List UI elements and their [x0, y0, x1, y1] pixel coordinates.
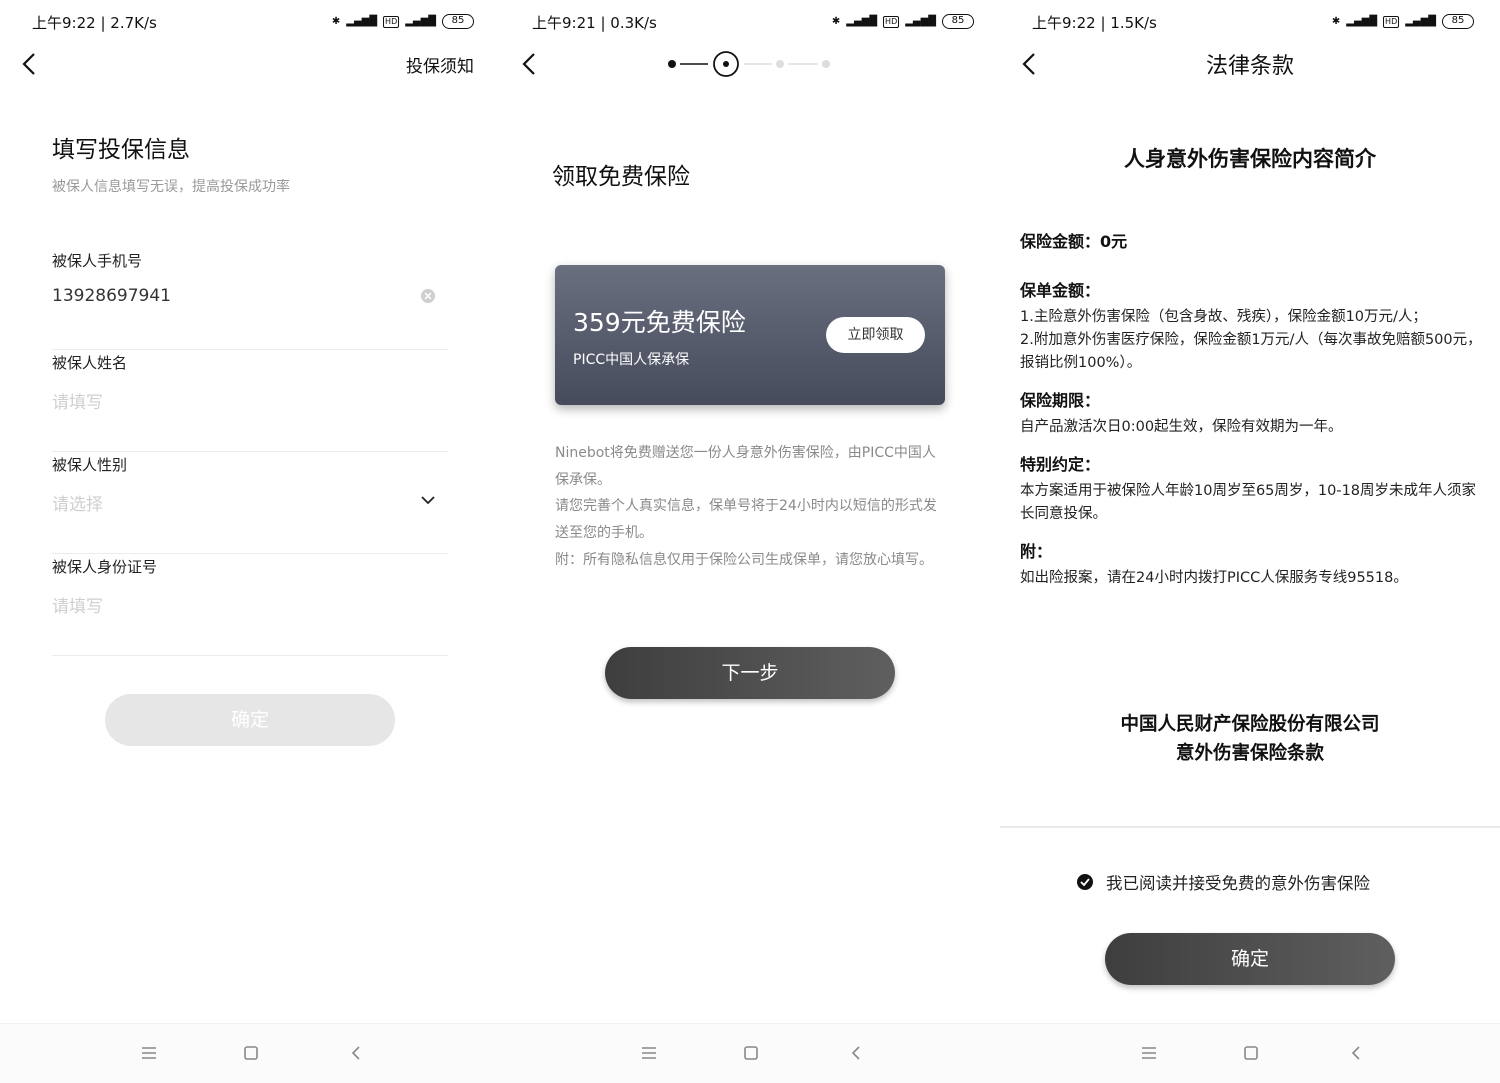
screen-fill-insurance-info: 上午9:22 | 2.7K/s ✱ ▂▄▆█ HD ▂▄▆█ 85 投保须知 填… — [0, 0, 500, 1083]
section-heading: 保单金额： — [1020, 281, 1101, 300]
chevron-down-icon[interactable] — [420, 492, 436, 508]
confirm-button[interactable]: 确定 — [1105, 933, 1395, 985]
section-text: 本方案适用于被保险人年龄10周岁至65周岁，10-18周岁未成年人须家长同意投保… — [1020, 483, 1477, 522]
menu-icon[interactable] — [640, 1044, 658, 1062]
gender-select[interactable]: 请选择 — [52, 490, 103, 515]
section-heading: 特别约定： — [1020, 455, 1101, 474]
agreement-text: 我已阅读并接受免费的意外伤害保险 — [1106, 874, 1370, 893]
section-text: 2.附加意外伤害医疗保险，保险金额1万元/人（每次事故免赔额500元，报销比例1… — [1020, 332, 1482, 371]
divider — [1000, 826, 1500, 828]
menu-icon[interactable] — [1140, 1044, 1158, 1062]
back-icon[interactable] — [1347, 1044, 1365, 1062]
hd-icon: HD — [883, 15, 900, 28]
battery-icon: 85 — [1442, 14, 1474, 29]
card-title: 359元免费保险 — [573, 308, 746, 337]
status-time: 上午9:22 | 2.7K/s — [32, 14, 157, 32]
company-block: 中国人民财产保险股份有限公司 意外伤害保险条款 — [1000, 710, 1500, 768]
hd-icon: HD — [1383, 15, 1400, 28]
id-number-field: 被保人身份证号 请填写 — [52, 556, 448, 656]
screen-legal-terms: 上午9:22 | 1.5K/s ✱ ▂▄▆█ HD ▂▄▆█ 85 法律条款 人… — [1000, 0, 1500, 1083]
id-number-input[interactable]: 请填写 — [52, 592, 103, 617]
document-body: 保险金额：0元 保单金额： 1.主险意外伤害保险（包含身故、残疾），保险金额10… — [1020, 230, 1485, 590]
system-nav-bar — [1000, 1023, 1500, 1083]
nav-title: 法律条款 — [1205, 54, 1294, 79]
field-label: 被保人身份证号 — [52, 558, 158, 576]
step-indicator — [668, 51, 830, 77]
status-time: 上午9:21 | 0.3K/s — [532, 14, 657, 32]
insurance-card: 359元免费保险 PICC中国人保承保 立即领取 — [555, 265, 945, 405]
signal-icon: ▂▄▆█ — [846, 16, 878, 27]
phone-field: 被保人手机号 13928697941 — [52, 250, 448, 350]
bluetooth-icon: ✱ — [831, 16, 841, 27]
page-title: 填写投保信息 — [52, 137, 190, 163]
clear-icon[interactable] — [420, 288, 436, 304]
gender-field: 被保人性别 请选择 — [52, 454, 448, 554]
insurance-notice-link[interactable]: 投保须知 — [406, 52, 474, 77]
signal-icon: ▂▄▆█ — [1346, 16, 1378, 27]
terms-name: 意外伤害保险条款 — [1175, 743, 1324, 764]
checkbox-checked-icon[interactable] — [1076, 873, 1094, 891]
home-icon[interactable] — [1242, 1044, 1260, 1062]
status-time: 上午9:22 | 1.5K/s — [1032, 14, 1157, 32]
claim-now-button[interactable]: 立即领取 — [826, 317, 925, 353]
home-icon[interactable] — [242, 1044, 260, 1062]
document-title: 人身意外伤害保险内容简介 — [1124, 147, 1376, 171]
status-bar: 上午9:21 | 0.3K/s ✱ ▂▄▆█ HD ▂▄▆█ 85 — [532, 12, 974, 34]
page-subtitle: 被保人信息填写无误，提高投保成功率 — [52, 179, 290, 195]
company-name: 中国人民财产保险股份有限公司 — [1120, 714, 1380, 735]
status-bar: 上午9:22 | 1.5K/s ✱ ▂▄▆█ HD ▂▄▆█ 85 — [1032, 12, 1474, 34]
hd-icon: HD — [383, 15, 400, 28]
confirm-button[interactable]: 确定 — [105, 694, 395, 746]
menu-icon[interactable] — [140, 1044, 158, 1062]
name-field: 被保人姓名 请填写 — [52, 352, 448, 452]
battery-icon: 85 — [442, 14, 474, 29]
field-label: 被保人手机号 — [52, 252, 143, 270]
agreement-row[interactable]: 我已阅读并接受免费的意外伤害保险 — [1076, 870, 1370, 894]
card-subtitle: PICC中国人保承保 — [573, 352, 690, 368]
field-label: 被保人姓名 — [52, 354, 128, 372]
back-icon[interactable] — [847, 1044, 865, 1062]
section-heading: 保险期限： — [1020, 391, 1101, 410]
battery-icon: 85 — [942, 14, 974, 29]
description-paragraph: Ninebot将免费赠送您一份人身意外伤害保险，由PICC中国人保承保。 — [555, 445, 936, 488]
system-nav-bar — [0, 1023, 500, 1083]
section-text: 自产品激活次日0:00起生效，保险有效期为一年。 — [1020, 419, 1343, 435]
screen-free-insurance: 上午9:21 | 0.3K/s ✱ ▂▄▆█ HD ▂▄▆█ 85 领取免费保险… — [500, 0, 1000, 1083]
field-label: 被保人性别 — [52, 456, 128, 474]
signal-icon: ▂▄▆█ — [905, 16, 936, 27]
phone-input[interactable]: 13928697941 — [52, 286, 171, 306]
description-paragraph: 请您完善个人真实信息，保单号将于24小时内以短信的形式发送至您的手机。 — [555, 498, 937, 542]
signal-icon: ▂▄▆█ — [1405, 16, 1436, 27]
back-icon[interactable] — [347, 1044, 365, 1062]
section-heading: 附： — [1020, 542, 1053, 561]
back-arrow-icon[interactable] — [516, 50, 544, 78]
description-paragraph: 附：所有隐私信息仅用于保险公司生成保单，请您放心填写。 — [555, 551, 933, 568]
bluetooth-icon: ✱ — [331, 16, 341, 27]
section-heading: 保险金额：0元 — [1020, 232, 1128, 251]
signal-icon: ▂▄▆█ — [405, 16, 436, 27]
system-nav-bar — [500, 1023, 1000, 1083]
section-text: 如出险报案，请在24小时内拨打PICC人保服务专线95518。 — [1020, 570, 1408, 586]
name-input[interactable]: 请填写 — [52, 388, 103, 413]
status-bar: 上午9:22 | 2.7K/s ✱ ▂▄▆█ HD ▂▄▆█ 85 — [32, 12, 474, 34]
signal-icon: ▂▄▆█ — [346, 16, 378, 27]
page-title: 领取免费保险 — [552, 164, 690, 190]
description: Ninebot将免费赠送您一份人身意外伤害保险，由PICC中国人保承保。 请您完… — [555, 440, 945, 574]
home-icon[interactable] — [742, 1044, 760, 1062]
section-text: 1.主险意外伤害保险（包含身故、残疾），保险金额10万元/人； — [1020, 309, 1427, 325]
next-step-button[interactable]: 下一步 — [605, 647, 895, 699]
back-arrow-icon[interactable] — [16, 50, 44, 78]
bluetooth-icon: ✱ — [1331, 16, 1341, 27]
